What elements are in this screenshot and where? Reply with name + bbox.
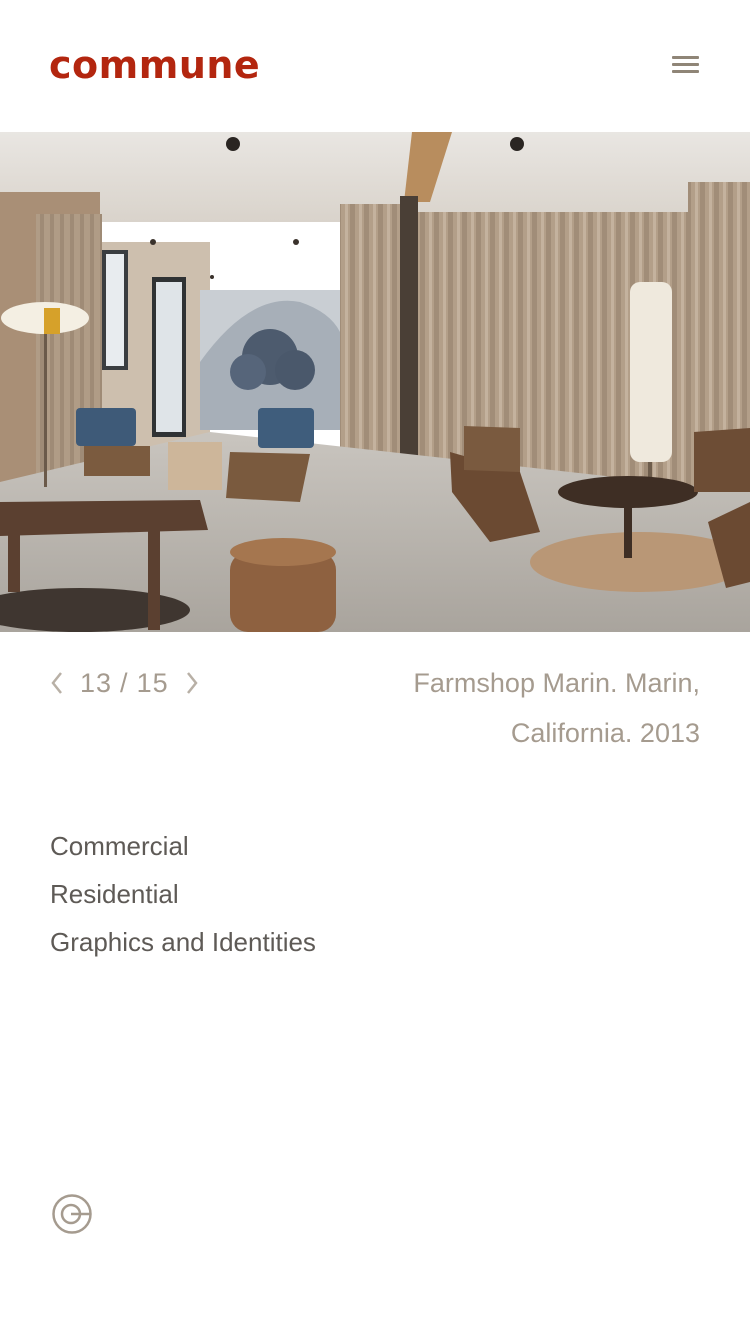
- caption-line-1: Farmshop Marin. Marin,: [413, 668, 700, 698]
- caption-line-2: California. 2013: [510, 718, 700, 748]
- logo[interactable]: commune: [49, 40, 260, 90]
- prev-slide-button[interactable]: [44, 663, 70, 703]
- menu-button[interactable]: [666, 50, 706, 84]
- chevron-right-icon: [186, 672, 198, 694]
- slide-counter: 13/15: [80, 668, 169, 699]
- footer-logo[interactable]: [50, 1192, 94, 1236]
- project-caption: Farmshop Marin. Marin, California. 2013: [280, 658, 700, 758]
- category-link-graphics[interactable]: Graphics and Identities: [50, 918, 316, 966]
- commune-circle-logo-icon: [52, 1194, 92, 1234]
- slide-separator: /: [120, 667, 129, 698]
- hero-image: [0, 132, 750, 632]
- category-link-commercial[interactable]: Commercial: [50, 822, 316, 870]
- category-link-residential[interactable]: Residential: [50, 870, 316, 918]
- site-header: commune: [0, 0, 750, 132]
- next-slide-button[interactable]: [179, 663, 205, 703]
- slide-pager: 13/15: [44, 663, 205, 703]
- category-nav: Commercial Residential Graphics and Iden…: [50, 822, 316, 966]
- slide-current: 13: [80, 667, 113, 698]
- chevron-left-icon: [51, 672, 62, 694]
- hamburger-menu-icon: [672, 56, 699, 59]
- slide-total: 15: [136, 667, 169, 698]
